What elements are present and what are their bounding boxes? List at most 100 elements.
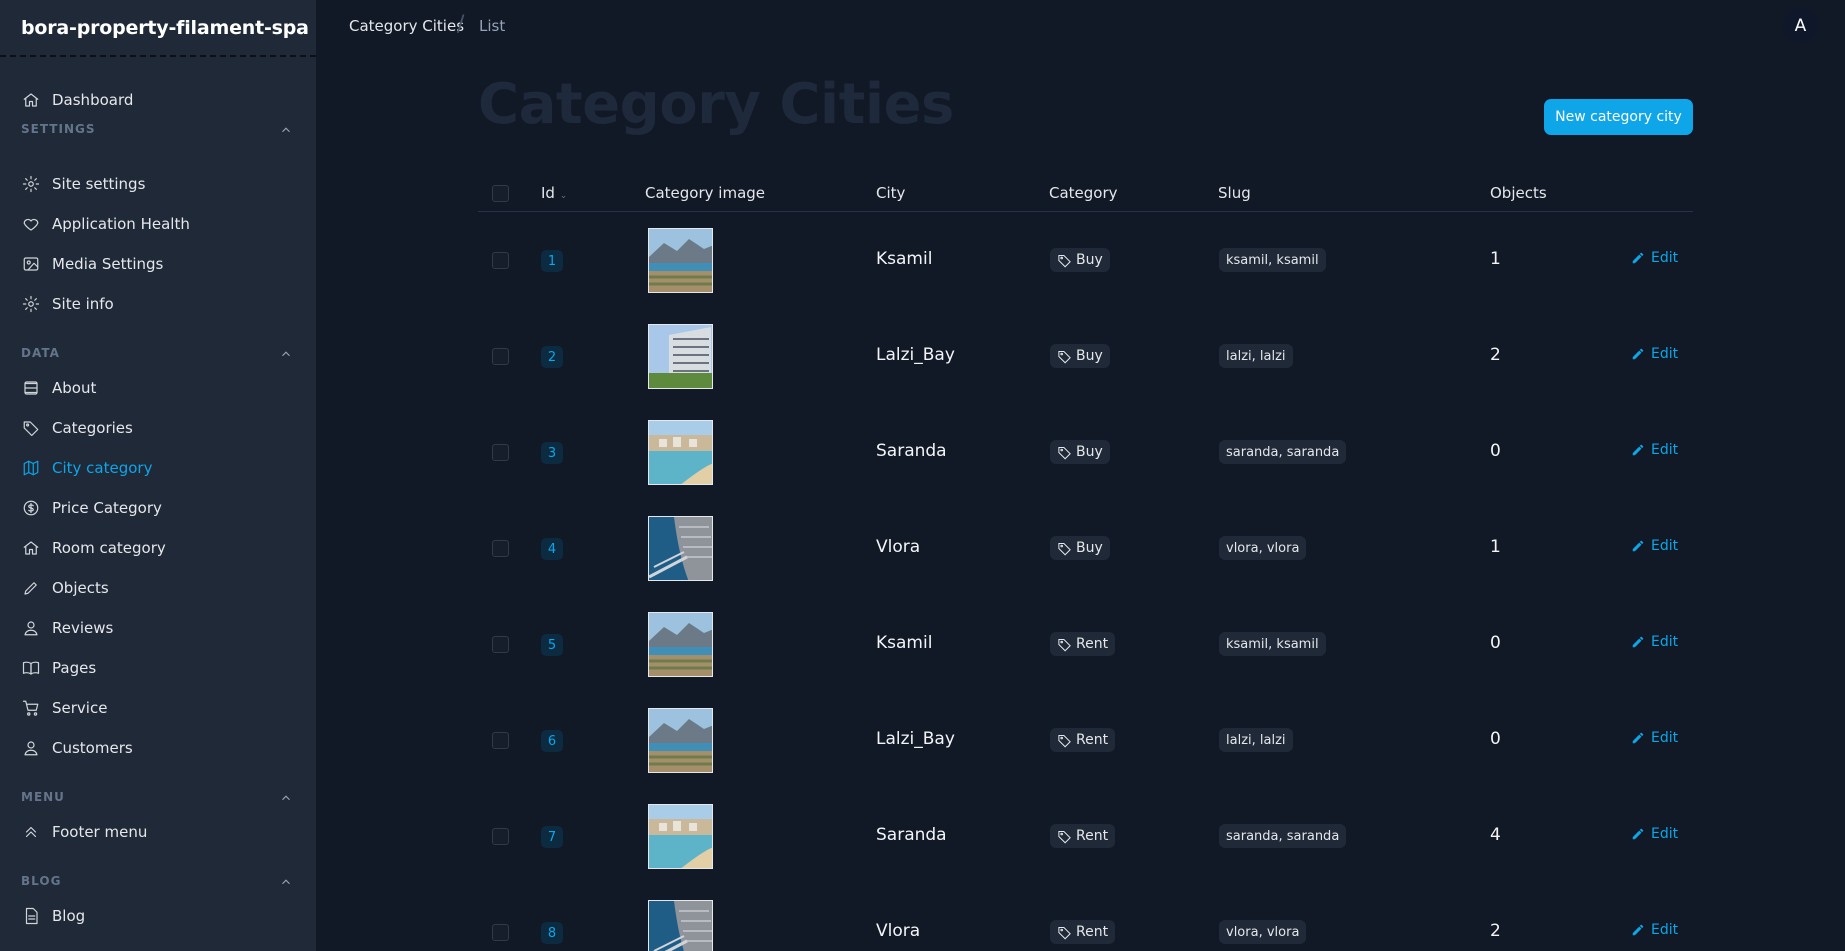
category-badge: Rent — [1050, 920, 1116, 944]
sidebar-item-label: Application Health — [52, 215, 190, 233]
sidebar-item-room-category[interactable]: Room category — [21, 535, 166, 561]
sidebar-item-application-health[interactable]: Application Health — [21, 211, 190, 237]
slug-badge: lalzi, lalzi — [1219, 344, 1293, 368]
tag-icon — [1058, 638, 1071, 651]
new-category-city-button[interactable]: New category city — [1544, 99, 1693, 135]
chevron-up-icon[interactable] — [279, 874, 293, 888]
edit-button[interactable]: Edit — [1631, 442, 1678, 458]
sidebar-item-label: Dashboard — [52, 91, 134, 109]
pencil-icon — [1632, 252, 1644, 264]
category-badge: Buy — [1050, 536, 1110, 560]
chevron-up-icon[interactable] — [279, 122, 293, 136]
category-badge: Buy — [1050, 344, 1110, 368]
breadcrumb-list[interactable]: List — [479, 17, 505, 35]
pencil-icon — [1632, 348, 1644, 360]
sidebar-item-reviews[interactable]: Reviews — [21, 615, 113, 641]
sidebar-item-price-category[interactable]: Price Category — [21, 495, 162, 521]
id-badge: 3 — [541, 442, 563, 464]
edit-button[interactable]: Edit — [1631, 250, 1678, 266]
column-header-id[interactable]: Id ⌄ — [541, 184, 567, 202]
objects-count: 0 — [1490, 441, 1501, 461]
sidebar-item-customers[interactable]: Customers — [21, 735, 133, 761]
dollar-icon — [21, 498, 41, 518]
breadcrumb-category-cities[interactable]: Category Cities — [349, 17, 464, 35]
table-row[interactable]: 5 Ksamil Rent ksamil, ksamil 0 Edit — [478, 596, 1693, 692]
objects-count: 1 — [1490, 537, 1501, 557]
row-checkbox[interactable] — [492, 828, 509, 845]
pencil-icon — [1632, 444, 1644, 456]
map-icon — [21, 458, 41, 478]
sidebar-item-pages[interactable]: Pages — [21, 655, 96, 681]
slug-badge: vlora, vlora — [1219, 536, 1307, 560]
edit-button[interactable]: Edit — [1631, 538, 1678, 554]
chevron-down-icon: ⌄ — [559, 191, 568, 201]
row-checkbox[interactable] — [492, 444, 509, 461]
row-checkbox[interactable] — [492, 636, 509, 653]
pencil-icon — [1632, 732, 1644, 744]
edit-button[interactable]: Edit — [1631, 634, 1678, 650]
sidebar-item-objects[interactable]: Objects — [21, 575, 109, 601]
sidebar-item-site-info[interactable]: Site info — [21, 291, 114, 317]
user-icon — [21, 618, 41, 638]
category-badge: Rent — [1050, 632, 1116, 656]
category-image — [648, 804, 713, 869]
table-row[interactable]: 6 Lalzi_Bay Rent lalzi, lalzi 0 Edit — [478, 692, 1693, 788]
objects-count: 2 — [1490, 921, 1501, 941]
row-checkbox[interactable] — [492, 732, 509, 749]
home-icon — [21, 538, 41, 558]
row-checkbox[interactable] — [492, 540, 509, 557]
id-badge: 1 — [541, 250, 563, 272]
column-header-slug: Slug — [1218, 184, 1251, 202]
row-checkbox[interactable] — [492, 252, 509, 269]
edit-button[interactable]: Edit — [1631, 922, 1678, 938]
tag-icon — [21, 418, 41, 438]
chevron-up-icon[interactable] — [279, 790, 293, 804]
stack-icon — [21, 378, 41, 398]
pencil-icon — [1632, 828, 1644, 840]
table-row[interactable]: 7 Saranda Rent saranda, saranda 4 Edit — [478, 788, 1693, 884]
objects-count: 0 — [1490, 729, 1501, 749]
sidebar-item-city-category[interactable]: City category — [21, 455, 152, 481]
sidebar-item-label: Blog — [52, 907, 86, 925]
sidebar-item-site-settings[interactable]: Site settings — [21, 171, 145, 197]
city-name: Vlora — [876, 921, 921, 941]
edit-button[interactable]: Edit — [1631, 826, 1678, 842]
sidebar-item-service[interactable]: Service — [21, 695, 107, 721]
table-row[interactable]: 4 Vlora Buy vlora, vlora 1 Edit — [478, 500, 1693, 596]
slug-badge: saranda, saranda — [1219, 824, 1347, 848]
topbar: Category Cities / List — [318, 0, 1845, 53]
row-checkbox[interactable] — [492, 924, 509, 941]
sidebar-item-footer-menu[interactable]: Footer menu — [21, 819, 147, 845]
tag-icon — [1058, 542, 1071, 555]
row-checkbox[interactable] — [492, 348, 509, 365]
sidebar-item-blog[interactable]: Blog — [21, 903, 85, 929]
tag-icon — [1058, 446, 1071, 459]
category-badge: Rent — [1050, 728, 1116, 752]
table-row[interactable]: 3 Saranda Buy saranda, saranda 0 Edit — [478, 404, 1693, 500]
sidebar-item-media-settings[interactable]: Media Settings — [21, 251, 163, 277]
gear-icon — [21, 174, 41, 194]
select-all-checkbox[interactable] — [492, 185, 509, 202]
city-name: Saranda — [876, 825, 947, 845]
id-badge: 4 — [541, 538, 563, 560]
pencil-icon — [1632, 924, 1644, 936]
sidebar-item-dashboard[interactable]: Dashboard — [21, 87, 133, 113]
sidebar-item-label: Price Category — [52, 499, 162, 517]
brand-title[interactable]: bora-property-filament-spa — [0, 0, 316, 57]
sidebar-item-about[interactable]: About — [21, 375, 96, 401]
column-header-city: City — [876, 184, 906, 202]
sidebar: bora-property-filament-spa Dashboard SET… — [0, 0, 317, 951]
category-badge: Buy — [1050, 248, 1110, 272]
table-row[interactable]: 1 Ksamil Buy ksamil, ksamil 1 Edit — [478, 212, 1693, 308]
edit-button[interactable]: Edit — [1631, 730, 1678, 746]
edit-button[interactable]: Edit — [1631, 346, 1678, 362]
group-label-settings: SETTINGS — [21, 122, 96, 136]
table-row[interactable]: 2 Lalzi_Bay Buy lalzi, lalzi 2 Edit — [478, 308, 1693, 404]
tag-icon — [1058, 830, 1071, 843]
table-row[interactable]: 8 Vlora Rent vlora, vlora 2 Edit — [478, 884, 1693, 951]
group-label-blog: BLOG — [21, 874, 62, 888]
sidebar-item-categories[interactable]: Categories — [21, 415, 133, 441]
chevron-up-icon[interactable] — [279, 346, 293, 360]
avatar[interactable]: A — [1783, 8, 1818, 43]
home-icon — [21, 90, 41, 110]
